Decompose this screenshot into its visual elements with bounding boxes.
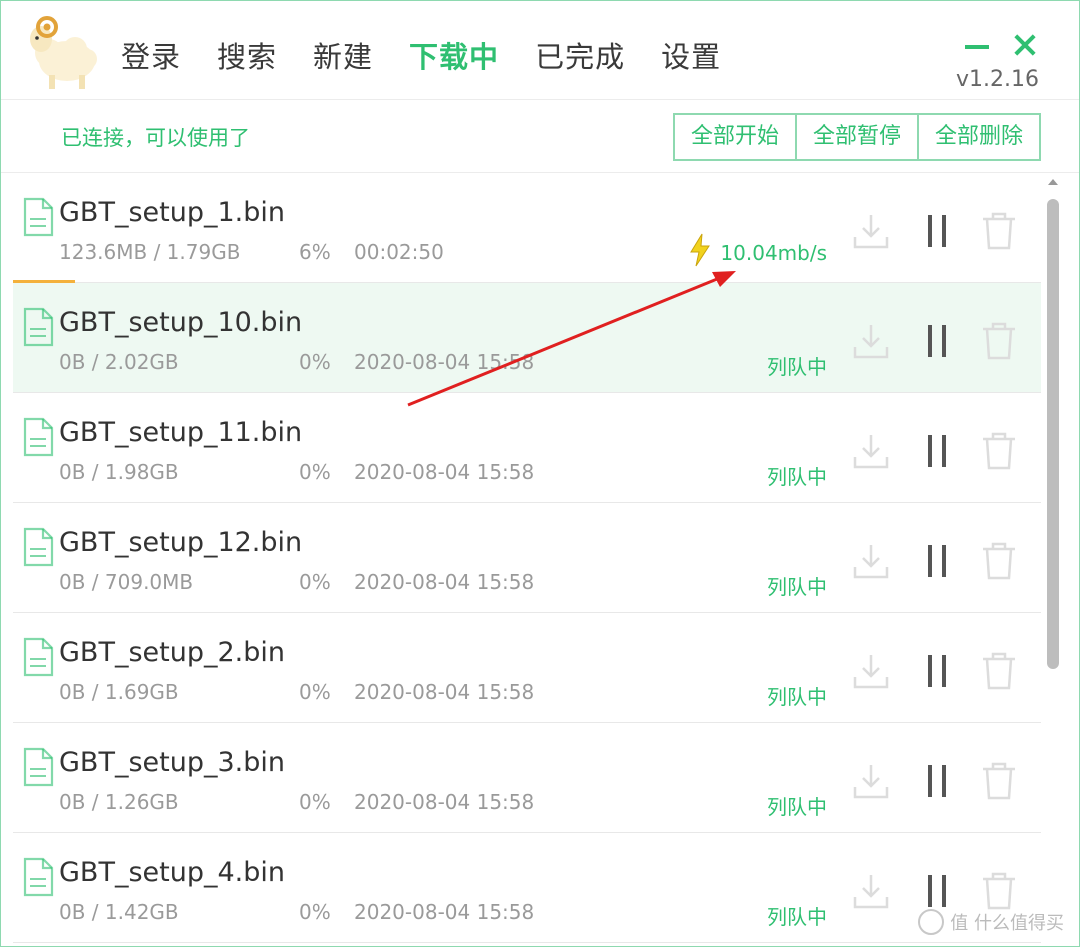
trash-icon[interactable] (979, 871, 1019, 911)
file-icon (23, 197, 54, 237)
version-label: v1.2.16 (956, 67, 1039, 92)
file-size: 0B / 1.69GB (59, 680, 179, 704)
download-row[interactable]: GBT_setup_10.bin 0B / 2.02GB 0% 2020-08-… (13, 283, 1041, 393)
file-percent: 0% (299, 570, 331, 594)
download-icon[interactable] (851, 211, 891, 251)
file-name: GBT_setup_1.bin (59, 197, 285, 228)
delete-all-button[interactable]: 全部删除 (918, 115, 1039, 159)
download-list: GBT_setup_1.bin 123.6MB / 1.79GB 6% 00:0… (13, 173, 1041, 946)
trash-icon[interactable] (979, 211, 1019, 251)
tab-login[interactable]: 登录 (121, 31, 181, 83)
file-icon (23, 527, 54, 567)
queue-status: 列队中 (767, 685, 827, 709)
file-time: 2020-08-04 15:58 (354, 460, 535, 484)
scrollbar[interactable] (1045, 179, 1061, 946)
download-speed: 10.04mb/s (720, 241, 827, 265)
download-icon[interactable] (851, 651, 891, 691)
bulk-actions: 全部开始 全部暂停 全部删除 (672, 113, 1041, 161)
download-row[interactable]: GBT_setup_3.bin 0B / 1.26GB 0% 2020-08-0… (13, 723, 1041, 833)
watermark-text: 值 什么值得买 (950, 913, 1064, 934)
tab-completed[interactable]: 已完成 (535, 31, 625, 83)
start-all-button[interactable]: 全部开始 (674, 115, 797, 159)
file-time: 2020-08-04 15:58 (354, 900, 535, 924)
connection-status: 已连接，可以使用了 (61, 126, 250, 150)
download-row[interactable]: GBT_setup_1.bin 123.6MB / 1.79GB 6% 00:0… (13, 173, 1041, 283)
tab-new[interactable]: 新建 (313, 31, 373, 83)
header: 登录 搜索 新建 下载中 已完成 设置 v1.2.16 (1, 1, 1079, 100)
file-size: 0B / 2.02GB (59, 350, 179, 374)
scroll-up-arrow-icon[interactable] (1048, 179, 1058, 185)
file-size: 123.6MB / 1.79GB (59, 240, 241, 264)
file-time: 2020-08-04 15:58 (354, 350, 535, 374)
toolbar: 已连接，可以使用了 全部开始 全部暂停 全部删除 (1, 100, 1079, 173)
file-percent: 6% (299, 240, 331, 264)
pause-icon[interactable] (917, 431, 957, 471)
download-icon[interactable] (851, 321, 891, 361)
file-time: 2020-08-04 15:58 (354, 570, 535, 594)
file-size: 0B / 709.0MB (59, 570, 194, 594)
download-row[interactable]: GBT_setup_12.bin 0B / 709.0MB 0% 2020-08… (13, 503, 1041, 613)
file-name: GBT_setup_11.bin (59, 417, 303, 448)
download-icon[interactable] (851, 761, 891, 801)
tab-search[interactable]: 搜索 (217, 31, 277, 83)
download-icon[interactable] (851, 541, 891, 581)
trash-icon[interactable] (979, 651, 1019, 691)
watermark-logo-icon (918, 909, 945, 935)
trash-icon[interactable] (979, 541, 1019, 581)
lightning-icon (690, 233, 710, 267)
queue-status: 列队中 (767, 795, 827, 819)
file-percent: 0% (299, 350, 331, 374)
download-row[interactable]: GBT_setup_2.bin 0B / 1.69GB 0% 2020-08-0… (13, 613, 1041, 723)
download-icon[interactable] (851, 871, 891, 911)
file-time: 00:02:50 (354, 240, 444, 264)
file-size: 0B / 1.42GB (59, 900, 179, 924)
sheep-logo-icon (30, 16, 97, 89)
trash-icon[interactable] (979, 761, 1019, 801)
download-row[interactable]: GBT_setup_11.bin 0B / 1.98GB 0% 2020-08-… (13, 393, 1041, 503)
window-controls (963, 31, 1039, 59)
scroll-thumb[interactable] (1047, 199, 1059, 669)
queue-status: 列队中 (767, 355, 827, 379)
file-name: GBT_setup_12.bin (59, 527, 303, 558)
pause-all-button[interactable]: 全部暂停 (796, 115, 919, 159)
file-percent: 0% (299, 680, 331, 704)
close-icon[interactable] (1011, 31, 1039, 59)
watermark: 值 什么值得买 (918, 909, 1064, 935)
pause-icon[interactable] (917, 541, 957, 581)
file-time: 2020-08-04 15:58 (354, 790, 535, 814)
file-size: 0B / 1.98GB (59, 460, 179, 484)
pause-icon[interactable] (917, 211, 957, 251)
file-percent: 0% (299, 460, 331, 484)
pause-icon[interactable] (917, 321, 957, 361)
tab-settings[interactable]: 设置 (661, 31, 721, 83)
file-icon (23, 307, 54, 347)
file-icon (23, 417, 54, 457)
queue-status: 列队中 (767, 905, 827, 929)
minimize-icon[interactable] (963, 31, 991, 59)
file-percent: 0% (299, 790, 331, 814)
pause-icon[interactable] (917, 651, 957, 691)
file-name: GBT_setup_4.bin (59, 857, 285, 888)
queue-status: 列队中 (767, 465, 827, 489)
tab-downloading[interactable]: 下载中 (409, 31, 499, 83)
file-icon (23, 637, 54, 677)
file-icon (23, 747, 54, 787)
pause-icon[interactable] (917, 761, 957, 801)
pause-icon[interactable] (917, 871, 957, 911)
file-size: 0B / 1.26GB (59, 790, 179, 814)
file-icon (23, 857, 54, 897)
file-time: 2020-08-04 15:58 (354, 680, 535, 704)
download-icon[interactable] (851, 431, 891, 471)
app-window: 登录 搜索 新建 下载中 已完成 设置 v1.2.16 已连接，可以使用了 全部… (0, 0, 1080, 947)
trash-icon[interactable] (979, 431, 1019, 471)
file-name: GBT_setup_10.bin (59, 307, 303, 338)
download-row[interactable]: GBT_setup_4.bin 0B / 1.42GB 0% 2020-08-0… (13, 833, 1041, 943)
trash-icon[interactable] (979, 321, 1019, 361)
file-percent: 0% (299, 900, 331, 924)
queue-status: 列队中 (767, 575, 827, 599)
main-nav: 登录 搜索 新建 下载中 已完成 设置 (121, 31, 757, 83)
file-name: GBT_setup_3.bin (59, 747, 285, 778)
file-name: GBT_setup_2.bin (59, 637, 285, 668)
